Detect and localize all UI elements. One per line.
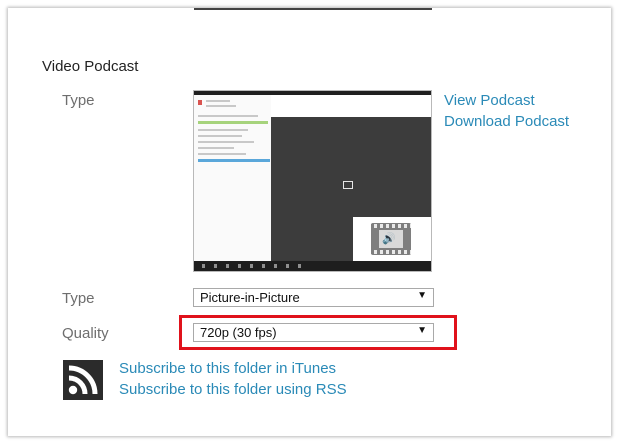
podcast-settings-panel: Video Podcast Type 🔊 View Podcast Downlo… — [8, 8, 611, 436]
thumbnail-header — [271, 95, 431, 117]
type-select-value: Picture-in-Picture — [200, 290, 300, 305]
thumbnail-taskbar — [194, 261, 431, 271]
dropdown-arrow-icon: ▼ — [417, 290, 427, 301]
pip-overlay: 🔊 — [353, 217, 431, 261]
preview-type-label: Type — [62, 92, 95, 109]
quality-select[interactable]: 720p (30 fps) ▼ — [193, 323, 434, 342]
download-podcast-link[interactable]: Download Podcast — [444, 113, 569, 130]
thumbnail-logo — [198, 100, 202, 105]
quality-select-value: 720p (30 fps) — [200, 325, 277, 340]
video-thumbnail: 🔊 — [193, 90, 432, 272]
speaker-icon: 🔊 — [382, 233, 396, 245]
top-divider — [194, 8, 432, 10]
monitor-icon — [343, 181, 353, 189]
rss-icon-graphic — [68, 365, 98, 395]
type-select[interactable]: Picture-in-Picture ▼ — [193, 288, 434, 307]
rss-icon[interactable] — [63, 360, 103, 400]
section-title: Video Podcast — [42, 58, 139, 75]
film-audio-icon: 🔊 — [371, 223, 411, 255]
dropdown-arrow-icon: ▼ — [417, 325, 427, 336]
quality-label: Quality — [62, 325, 109, 342]
thumbnail-sidebar — [194, 95, 271, 261]
subscribe-rss-link[interactable]: Subscribe to this folder using RSS — [119, 381, 347, 398]
type-label: Type — [62, 290, 95, 307]
view-podcast-link[interactable]: View Podcast — [444, 92, 535, 109]
subscribe-itunes-link[interactable]: Subscribe to this folder in iTunes — [119, 360, 336, 377]
